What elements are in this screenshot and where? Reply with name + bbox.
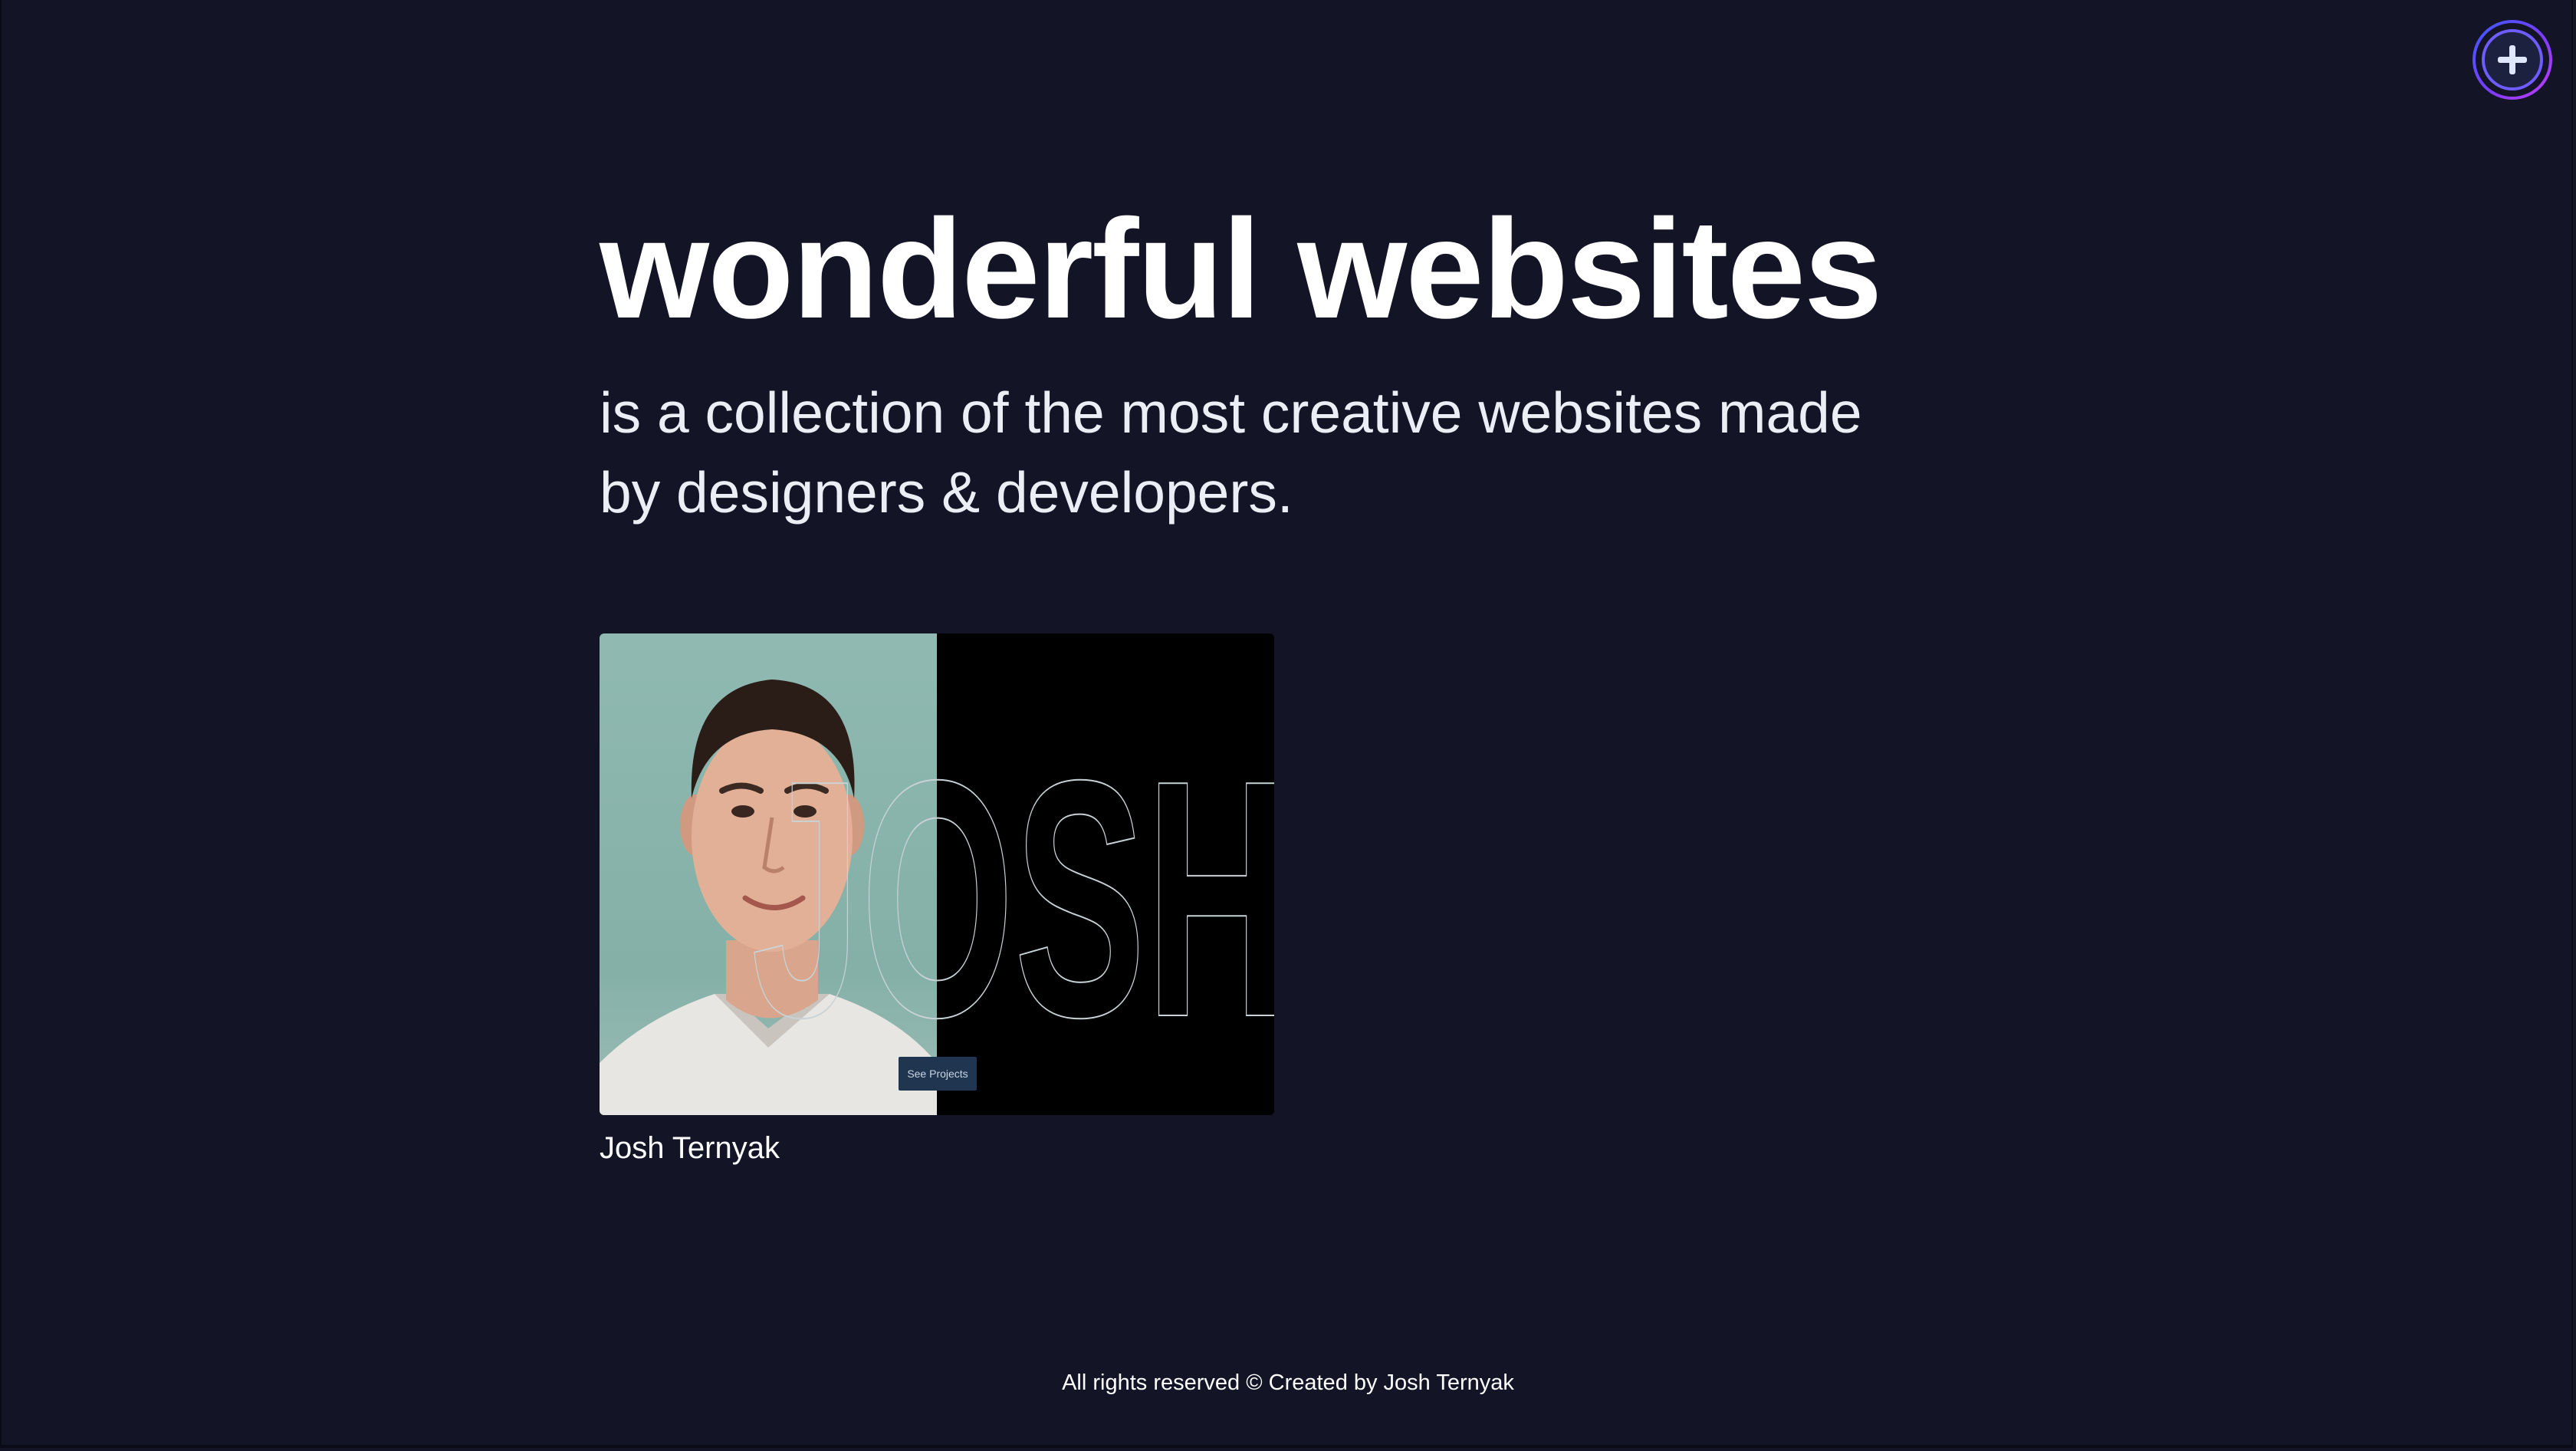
add-button-core bbox=[2482, 29, 2543, 90]
page-title: wonderful websites bbox=[600, 189, 1882, 347]
page: wonderful websites is a collection of th… bbox=[0, 0, 2573, 1448]
hero: wonderful websites is a collection of th… bbox=[600, 192, 1980, 532]
website-thumbnail[interactable]: JOSH See Projects bbox=[600, 633, 1274, 1115]
add-button-ring bbox=[2476, 23, 2549, 97]
add-site-button[interactable] bbox=[2472, 20, 2552, 100]
website-author-name[interactable]: Josh Ternyak bbox=[600, 1129, 1274, 1167]
plus-icon bbox=[2495, 42, 2530, 77]
footer: All rights reserved © Created by Josh Te… bbox=[1062, 1370, 1514, 1395]
dark-panel bbox=[937, 633, 1274, 1115]
see-projects-button[interactable]: See Projects bbox=[899, 1057, 977, 1091]
portrait-photo bbox=[600, 633, 937, 1115]
website-card[interactable]: JOSH See Projects Josh Ternyak bbox=[600, 633, 1274, 1167]
page-subtitle: is a collection of the most creative web… bbox=[600, 380, 1862, 525]
